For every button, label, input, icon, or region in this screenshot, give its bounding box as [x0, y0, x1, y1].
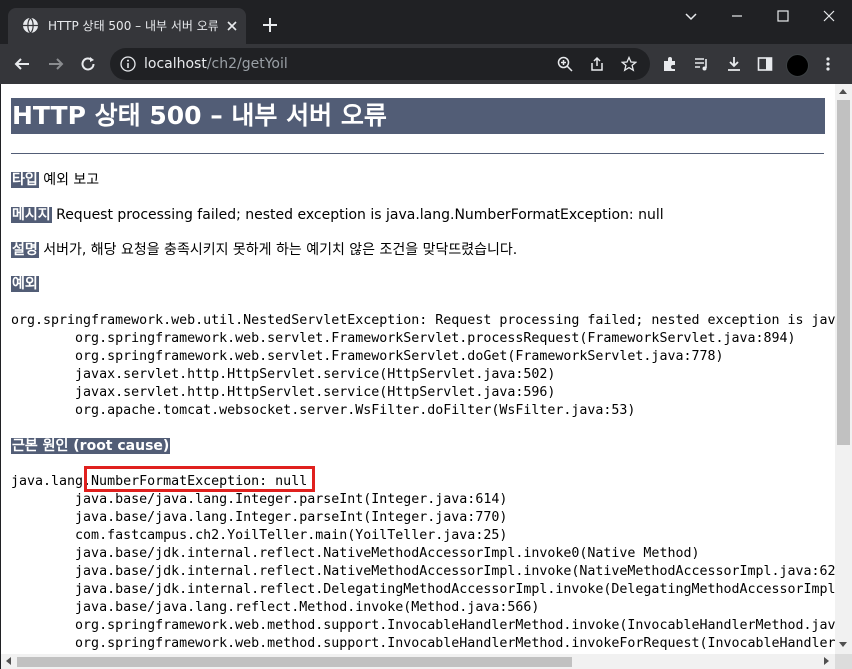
scroll-right-arrow-icon[interactable] — [824, 657, 829, 665]
title-bar: HTTP 상태 500 – 내부 서버 오류 — [0, 0, 852, 44]
message-row: 메시지 Request processing failed; nested ex… — [11, 206, 664, 224]
side-panel-icon[interactable] — [751, 50, 779, 78]
vertical-scroll-thumb[interactable] — [837, 100, 850, 445]
root-cause-label: 근본 원인 (root cause) — [11, 438, 171, 454]
menu-kebab-icon[interactable] — [814, 50, 842, 78]
close-tab-icon[interactable] — [224, 18, 240, 34]
back-arrow-icon[interactable] — [8, 50, 36, 78]
description-label: 설명 — [11, 242, 39, 258]
exception-heading: 예외 — [11, 275, 39, 293]
zoom-icon[interactable] — [557, 56, 573, 72]
highlight-annotation — [84, 466, 315, 492]
type-row: 타입 예외 보고 — [11, 171, 99, 189]
extensions-icon[interactable] — [656, 50, 684, 78]
forward-arrow-icon[interactable] — [42, 50, 70, 78]
scroll-up-arrow-icon[interactable] — [839, 89, 847, 94]
share-icon[interactable] — [589, 56, 605, 72]
url-host: localhost — [144, 56, 207, 72]
browser-tab[interactable]: HTTP 상태 500 – 내부 서버 오류 — [8, 8, 246, 44]
url-path: /ch2/getYoil — [206, 56, 288, 72]
profile-avatar[interactable] — [786, 54, 809, 77]
description-value: 서버가, 해당 요청을 충족시키지 못하게 하는 예기치 않은 조건을 맞닥뜨렸… — [43, 242, 518, 258]
exception-trace: org.springframework.web.util.NestedServl… — [11, 313, 835, 418]
bookmark-star-icon[interactable] — [621, 56, 637, 72]
browser-toolbar: localhost/ch2/getYoil — [0, 44, 852, 84]
root-cause-trace: java.lang.NumberFormatException: null ja… — [11, 474, 835, 651]
tab-title: HTTP 상태 500 – 내부 서버 오류 — [48, 19, 218, 33]
reload-icon[interactable] — [74, 50, 102, 78]
type-value: 예외 보고 — [43, 172, 100, 188]
media-control-icon[interactable] — [688, 50, 716, 78]
horizontal-scroll-thumb[interactable] — [17, 657, 572, 667]
scroll-down-arrow-icon[interactable] — [839, 642, 847, 647]
page-viewport: HTTP 상태 500 – 내부 서버 오류 타입 예외 보고 메시지 Requ… — [1, 84, 835, 654]
new-tab-icon[interactable] — [259, 14, 281, 36]
globe-icon — [23, 17, 38, 34]
info-icon[interactable] — [120, 56, 136, 72]
divider — [11, 153, 824, 154]
minimize-icon[interactable] — [714, 0, 760, 32]
page-title: HTTP 상태 500 – 내부 서버 오류 — [11, 98, 825, 134]
root-cause-heading: 근본 원인 (root cause) — [11, 437, 171, 455]
message-value: Request processing failed; nested except… — [56, 207, 664, 223]
message-label: 메시지 — [11, 207, 52, 223]
scrollbar-corner — [835, 654, 852, 669]
type-label: 타입 — [11, 172, 39, 188]
url-text[interactable]: localhost/ch2/getYoil — [144, 55, 288, 73]
vertical-scrollbar[interactable] — [835, 84, 852, 654]
description-row: 설명 서버가, 해당 요청을 충족시키지 못하게 하는 예기치 않은 조건을 맞… — [11, 241, 517, 259]
maximize-icon[interactable] — [760, 0, 806, 32]
scroll-left-arrow-icon[interactable] — [6, 657, 11, 665]
horizontal-scrollbar[interactable] — [1, 654, 835, 669]
close-window-icon[interactable] — [806, 0, 852, 32]
download-icon[interactable] — [720, 50, 748, 78]
address-bar[interactable]: localhost/ch2/getYoil — [110, 48, 650, 80]
chevron-down-icon[interactable] — [668, 0, 714, 32]
exception-label: 예외 — [11, 276, 39, 292]
